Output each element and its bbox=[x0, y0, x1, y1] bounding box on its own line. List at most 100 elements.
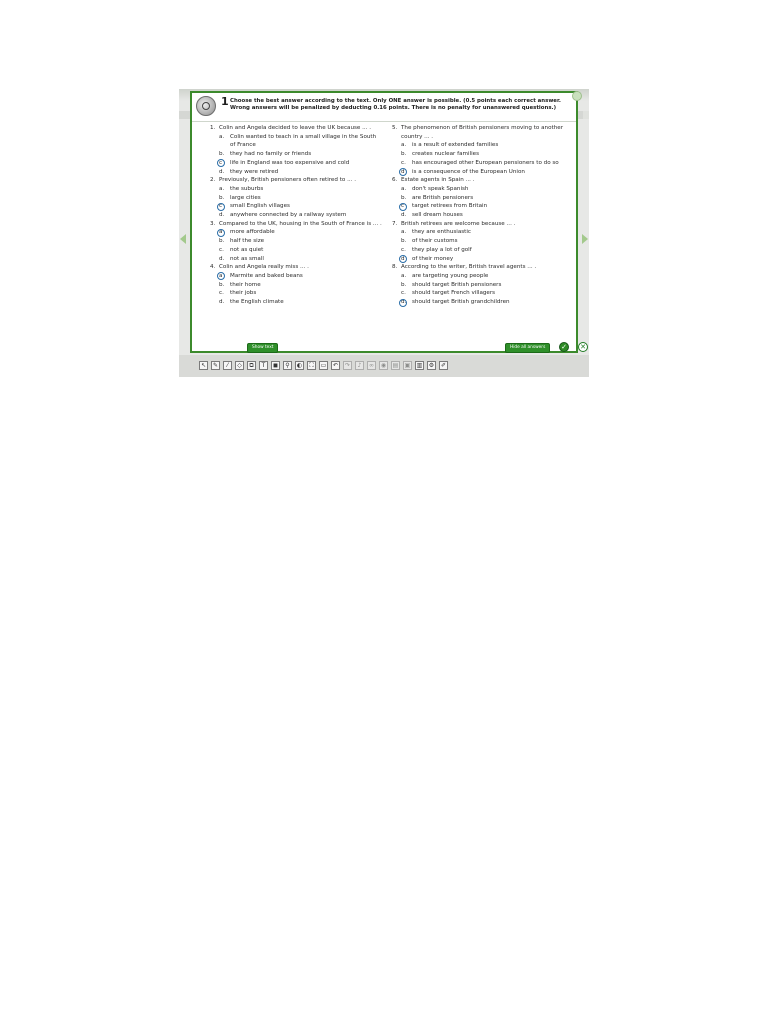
answer-option[interactable]: a. Colin wanted to teach in a small villa… bbox=[210, 133, 382, 150]
answer-option[interactable]: c target retirees from Britain bbox=[392, 202, 564, 211]
option-text: more affordable bbox=[230, 229, 275, 236]
answer-option[interactable]: c. should target French villagers bbox=[392, 289, 564, 298]
question-stem: 7. British retirees are welcome because .… bbox=[392, 220, 564, 229]
question-text: Previously, British pensioners often ret… bbox=[219, 177, 356, 184]
answer-option[interactable]: a. is a result of extended families bbox=[392, 141, 564, 150]
option-text: Colin wanted to teach in a small village… bbox=[230, 133, 377, 149]
option-text: are British pensioners bbox=[412, 194, 474, 201]
pen-icon[interactable]: ✎ bbox=[211, 361, 220, 370]
previous-arrow-icon[interactable] bbox=[180, 234, 186, 244]
answer-option[interactable]: d. the English climate bbox=[210, 298, 382, 307]
option-text: is a consequence of the European Union bbox=[412, 168, 525, 175]
answer-option[interactable]: d. they were retired bbox=[210, 168, 382, 177]
answer-option[interactable]: c. they play a lot of golf bbox=[392, 246, 564, 255]
app-screen: 1 Choose the best answer according to th… bbox=[179, 89, 589, 377]
answer-option[interactable]: d. not as small bbox=[210, 255, 382, 264]
annotation-toolbar: ↖ ✎ ⁄ ◇ ⧉ T ◼ ⚲ ◐ ⛶ ▭ ↶ ↷ ♪ ∞ ◉ ▤ ▣ ▥ ⚙ ✐ bbox=[179, 355, 589, 377]
question-number: 5. bbox=[392, 125, 398, 131]
option-text: not as quiet bbox=[230, 246, 264, 253]
answer-option[interactable]: b. large cities bbox=[210, 194, 382, 203]
question-item: 1. Colin and Angela decided to leave the … bbox=[210, 124, 382, 176]
selected-option-letter: d bbox=[398, 255, 412, 264]
option-text: large cities bbox=[230, 194, 261, 201]
answer-option[interactable]: c. has encouraged other European pensione… bbox=[392, 159, 564, 168]
option-letter: a. bbox=[219, 133, 225, 140]
print-icon[interactable]: ▥ bbox=[415, 361, 424, 370]
answer-option[interactable]: a. they are enthusiastic bbox=[392, 228, 564, 237]
option-letter: b. bbox=[219, 281, 225, 288]
hide-all-answers-button[interactable]: Hide all answers bbox=[505, 343, 551, 353]
zoom-icon[interactable]: ⚲ bbox=[283, 361, 292, 370]
folder-icon[interactable]: ▤ bbox=[391, 361, 400, 370]
question-number: 4. bbox=[210, 264, 216, 271]
question-number: 1. bbox=[210, 125, 216, 131]
brush-icon[interactable]: ✐ bbox=[439, 361, 448, 370]
spotlight-icon[interactable]: ◐ bbox=[295, 361, 304, 370]
eraser-icon[interactable]: ◇ bbox=[235, 361, 244, 370]
link-icon[interactable]: ∞ bbox=[367, 361, 376, 370]
selected-option-letter: d bbox=[398, 167, 412, 177]
next-arrow-icon[interactable] bbox=[582, 234, 588, 244]
answer-option[interactable]: b. should target British pensioners bbox=[392, 281, 564, 290]
option-text: should target British grandchildren bbox=[412, 299, 510, 306]
close-button[interactable]: ✕ bbox=[578, 342, 588, 352]
question-stem: 2. Previously, British pensioners often r… bbox=[210, 176, 382, 185]
screen-icon[interactable]: ▭ bbox=[319, 361, 328, 370]
option-text: are targeting young people bbox=[412, 272, 489, 279]
save-icon[interactable]: ▣ bbox=[403, 361, 412, 370]
answer-option[interactable]: d of their money bbox=[392, 255, 564, 264]
view-icon[interactable]: ◉ bbox=[379, 361, 388, 370]
audio-icon[interactable]: ♪ bbox=[355, 361, 364, 370]
option-letter: c. bbox=[401, 290, 406, 297]
option-text: they are enthusiastic bbox=[412, 229, 471, 236]
answer-option[interactable]: a. are targeting young people bbox=[392, 272, 564, 281]
show-text-button[interactable]: Show text bbox=[247, 343, 279, 353]
answer-option[interactable]: b. their home bbox=[210, 281, 382, 290]
highlighter-icon[interactable]: ⁄ bbox=[223, 361, 232, 370]
settings-icon[interactable]: ⚙ bbox=[427, 361, 436, 370]
text-icon[interactable]: T bbox=[259, 361, 268, 370]
option-letter: d. bbox=[219, 255, 225, 262]
answer-option[interactable]: a. don't speak Spanish bbox=[392, 185, 564, 194]
answer-option[interactable]: c life in England was too expensive and c… bbox=[210, 159, 382, 168]
answer-option[interactable]: a Marmite and baked beans bbox=[210, 272, 382, 281]
answer-option[interactable]: b. of their customs bbox=[392, 237, 564, 246]
option-text: the English climate bbox=[230, 299, 284, 306]
option-letter: b. bbox=[401, 281, 407, 288]
answer-option[interactable]: d is a consequence of the European Union bbox=[392, 167, 564, 177]
option-text: creates nuclear families bbox=[412, 151, 479, 158]
redo-icon[interactable]: ↷ bbox=[343, 361, 352, 370]
answer-option[interactable]: b. are British pensioners bbox=[392, 194, 564, 203]
answer-option[interactable]: b. they had no family or friends bbox=[210, 150, 382, 159]
answer-option[interactable]: c small English villages bbox=[210, 202, 382, 211]
selected-option-letter: d. bbox=[398, 298, 412, 307]
question-number: 2. bbox=[210, 177, 216, 184]
option-letter: a. bbox=[401, 142, 407, 149]
answer-option[interactable]: b. half the size bbox=[210, 237, 382, 246]
answer-option[interactable]: d. sell dream houses bbox=[392, 211, 564, 220]
answer-option[interactable]: c. their jobs bbox=[210, 289, 382, 298]
answer-option[interactable]: c. not as quiet bbox=[210, 246, 382, 255]
question-item: 2. Previously, British pensioners often r… bbox=[210, 176, 382, 220]
answer-option[interactable]: a. the suburbs bbox=[210, 185, 382, 194]
option-text: should target French villagers bbox=[412, 290, 496, 297]
question-text: Colin and Angela decided to leave the UK… bbox=[219, 125, 372, 131]
option-letter: b. bbox=[219, 151, 225, 158]
question-number: 3. bbox=[210, 220, 216, 227]
question-stem: 5. The phenomenon of British pensioners m… bbox=[392, 124, 564, 141]
check-answers-button[interactable]: ✓ bbox=[559, 342, 569, 352]
question-text: According to the writer, British travel … bbox=[401, 264, 537, 271]
answer-option[interactable]: b. creates nuclear families bbox=[392, 150, 564, 159]
shape-icon[interactable]: ◼ bbox=[271, 361, 280, 370]
undo-icon[interactable]: ↶ bbox=[331, 361, 340, 370]
pointer-icon[interactable]: ↖ bbox=[199, 361, 208, 370]
answer-option[interactable]: a more affordable bbox=[210, 228, 382, 237]
copy-icon[interactable]: ⧉ bbox=[247, 361, 256, 370]
answer-option[interactable]: d. anywhere connected by a railway system bbox=[210, 211, 382, 220]
option-text: don't speak Spanish bbox=[412, 185, 469, 192]
answer-option[interactable]: d. should target British grandchildren bbox=[392, 298, 564, 307]
question-item: 7. British retirees are welcome because .… bbox=[392, 220, 564, 264]
questions-right-column: 5. The phenomenon of British pensioners m… bbox=[392, 124, 564, 307]
question-text: Colin and Angela really miss ... . bbox=[219, 264, 309, 271]
fullscreen-icon[interactable]: ⛶ bbox=[307, 361, 316, 370]
